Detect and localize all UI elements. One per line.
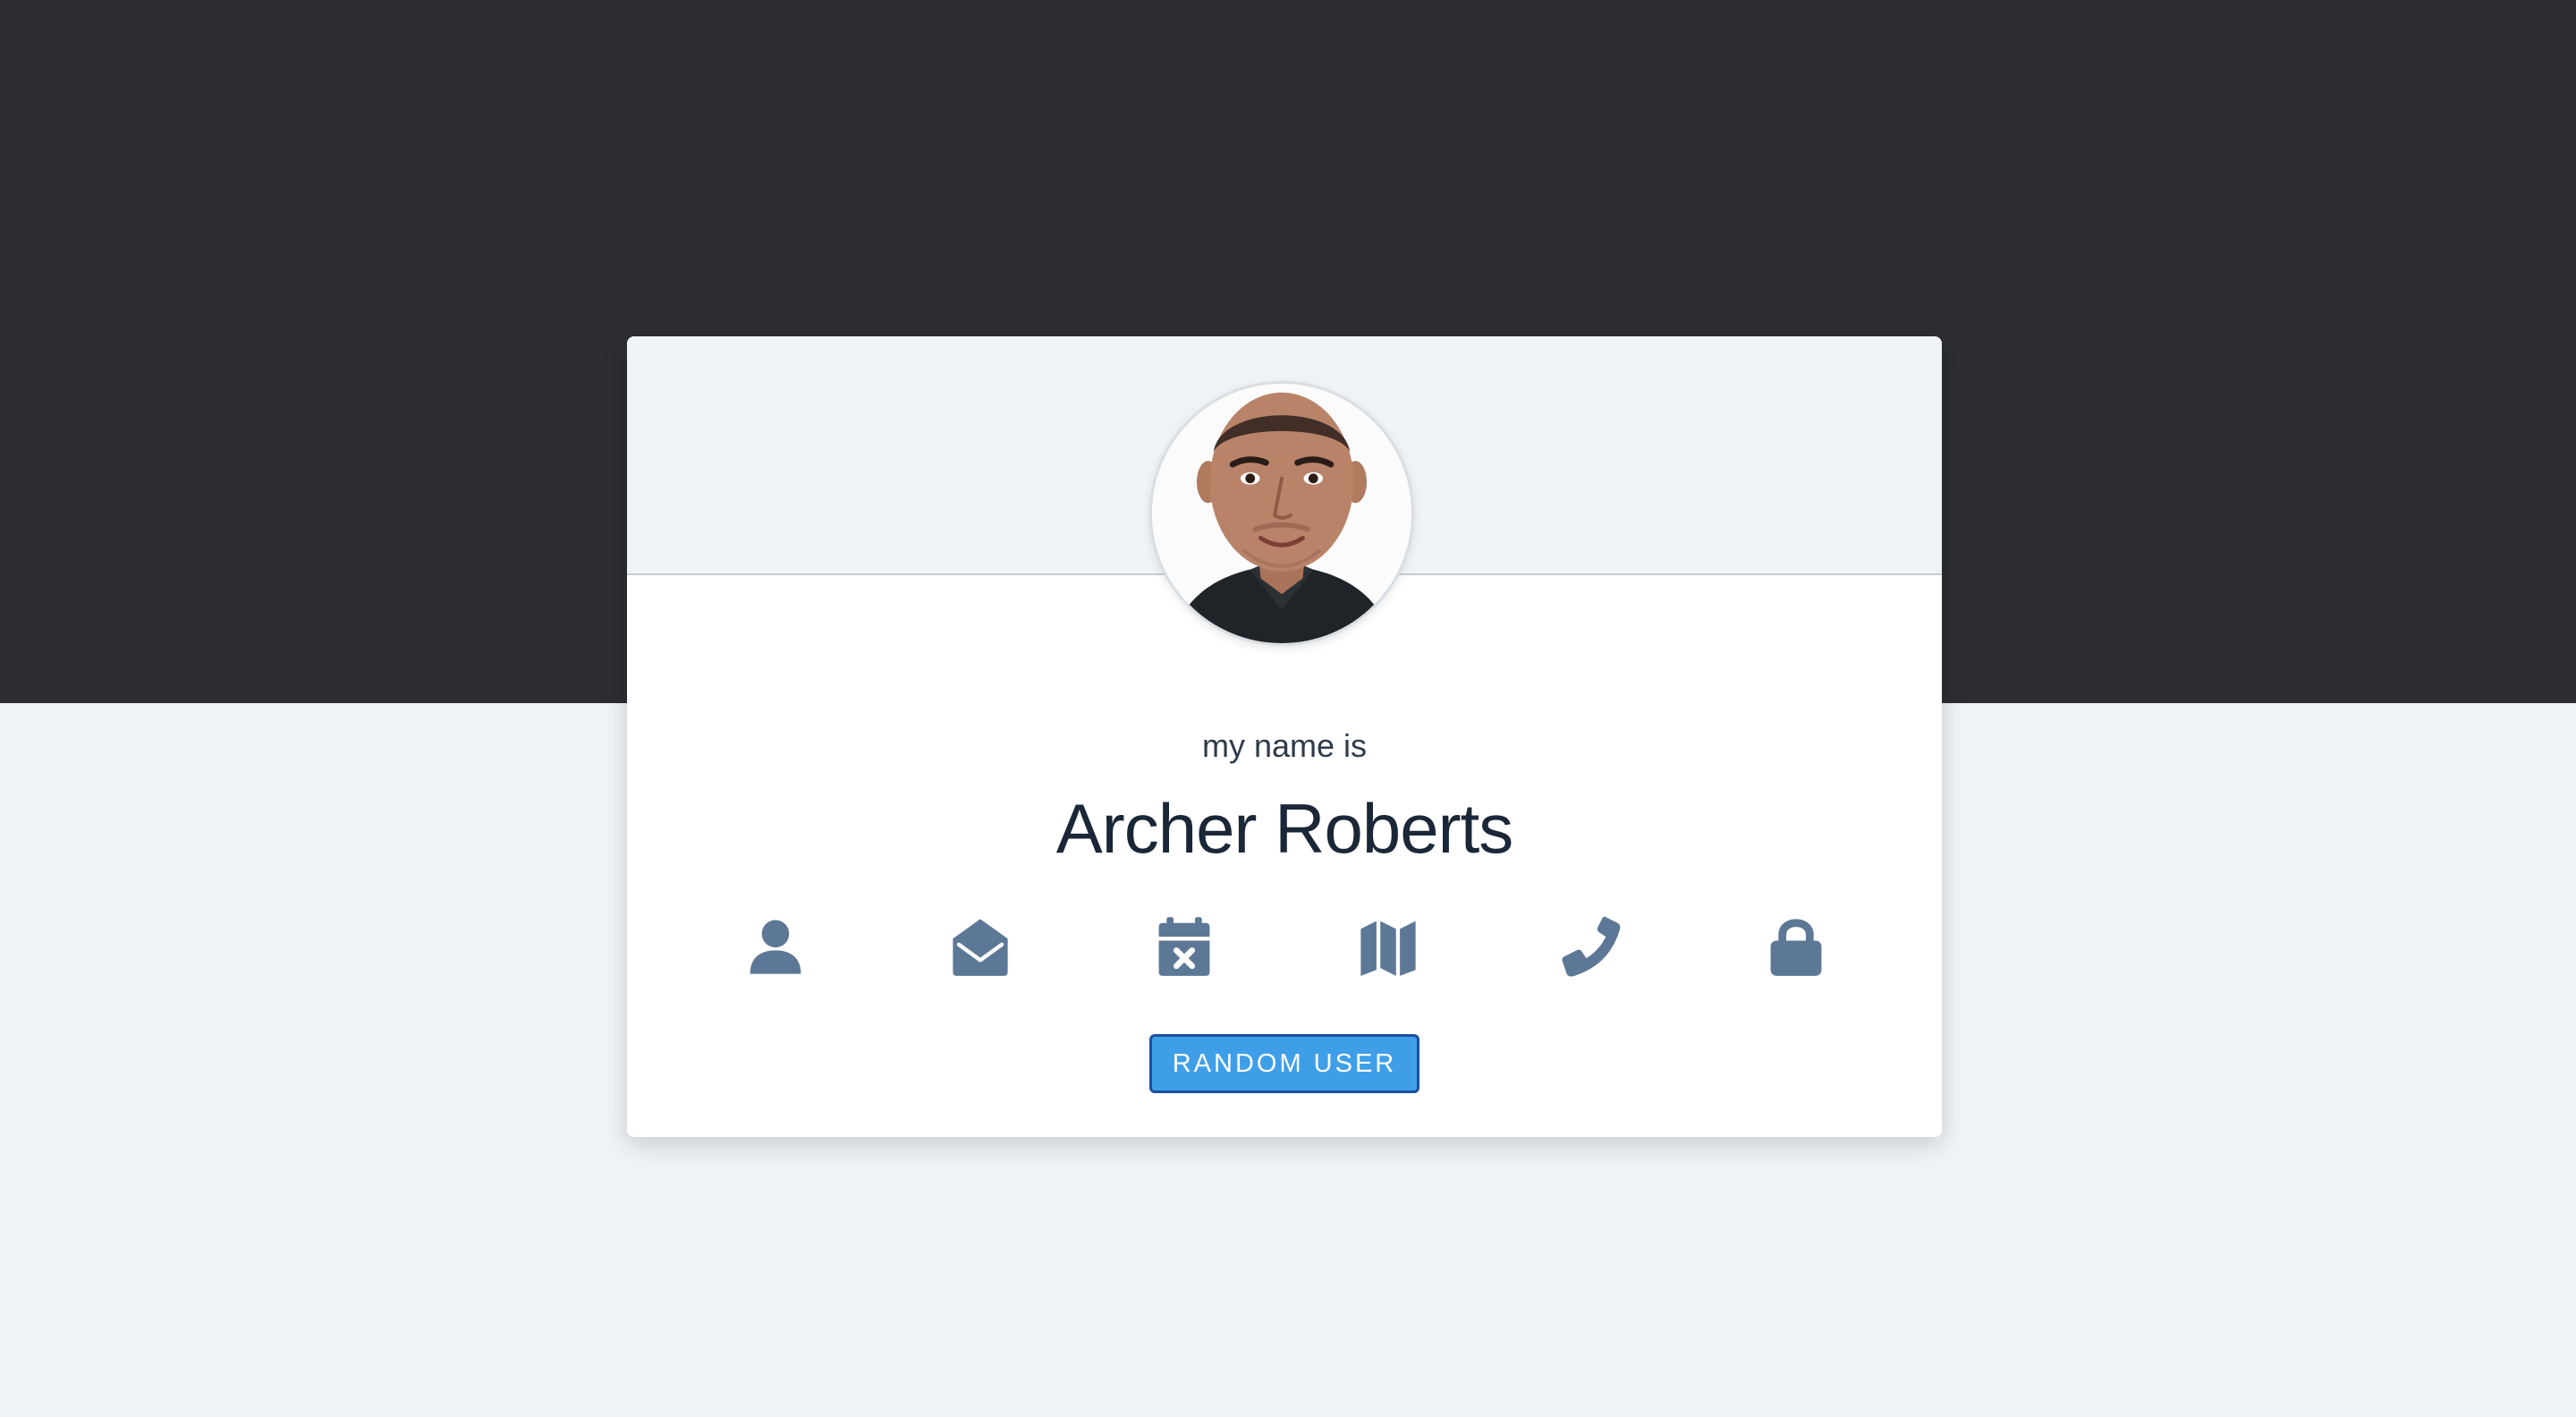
user-icon[interactable] xyxy=(740,911,811,982)
avatar xyxy=(1149,381,1414,646)
avatar-photo xyxy=(1152,384,1411,643)
random-user-button[interactable]: RANDOM USER xyxy=(1149,1034,1419,1093)
lock-icon[interactable] xyxy=(1760,911,1832,982)
phone-icon[interactable] xyxy=(1556,911,1628,982)
map-icon[interactable] xyxy=(1352,911,1424,982)
info-icon-bar xyxy=(627,911,1942,982)
calendar-x-icon[interactable] xyxy=(1148,911,1220,982)
action-area: RANDOM USER xyxy=(627,1034,1942,1093)
envelope-open-icon[interactable] xyxy=(945,911,1016,982)
user-card: my name is Archer Roberts RANDOM USER xyxy=(627,336,1942,1137)
name-intro-label: my name is xyxy=(1201,727,1368,764)
user-name: Archer Roberts xyxy=(1055,789,1514,868)
